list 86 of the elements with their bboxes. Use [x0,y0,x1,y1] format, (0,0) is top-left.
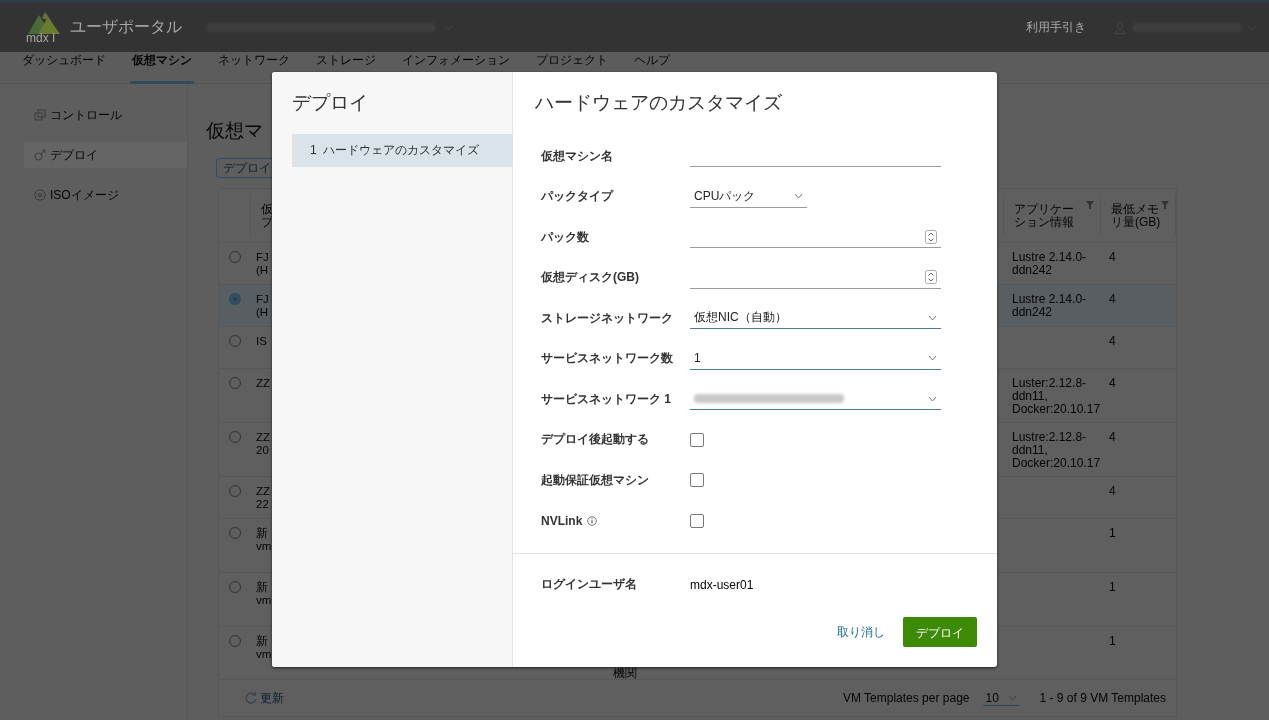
field-label: 起動保証仮想マシン [541,471,649,489]
sidebar-label: コントロール [50,106,122,124]
table-cell: 4 [1109,293,1116,306]
dialog-title: デプロイ [292,91,369,115]
cancel-button[interactable]: 取り消し [837,619,885,645]
nav-tab[interactable]: ヘルプ [632,52,672,84]
table-cell: Lustre 2.14.0- ddn242 [1012,251,1087,277]
nav-tab[interactable]: インフォメーション [400,52,512,84]
filter-icon[interactable] [1161,201,1169,209]
table-cell: 新 vm [256,527,272,553]
select-field[interactable]: CPUパック [690,185,807,208]
field-label: 仮想マシン名 [541,147,613,165]
table-cell: ZZ [256,377,271,390]
deploy-icon [34,149,46,161]
column-header[interactable]: 仮 プ [261,203,273,229]
table-cell: 機関 [613,667,637,680]
help-link[interactable]: 利用手引き [1026,19,1086,36]
table-cell: FJ (H [256,293,269,319]
table-cell: 4 [1109,485,1116,498]
wizard-step[interactable]: 1 ハードウェアのカスタマイズ [292,134,513,167]
chevron-down-icon [928,314,937,321]
table-cell: ZZ 22 [256,485,271,511]
table-cell: 1 [1109,581,1116,594]
select-field[interactable]: 仮想NIC（自動） [690,307,941,330]
nav-tab[interactable]: ダッシュボード [20,52,108,84]
sidebar-item[interactable]: コントロール [0,102,187,128]
nav-tab[interactable]: ネットワーク [216,52,292,84]
spinner-icon [925,270,937,285]
table-cell: IS [256,335,267,348]
field-label: サービスネットワーク 1 [541,390,671,408]
chevron-down-icon [928,355,937,362]
select-field[interactable]: 1 [690,347,941,370]
table-cell: Lustre:2.12.8- ddn11, Docker:20.10.17 [1012,431,1101,470]
filter-icon[interactable] [1086,201,1094,209]
app-title: ユーザポータル [70,17,182,37]
column-header[interactable]: 最低メモ リ量(GB) [1111,203,1161,229]
table-cell: Luster:2.12.8- ddn11, Docker:20.10.17 [1012,377,1101,416]
sidebar-item[interactable]: デプロイ [24,142,187,168]
checkbox[interactable] [690,473,704,488]
table-cell: FJ (H [256,251,269,277]
refresh-icon [245,692,257,704]
column-header[interactable]: アプリケー ション情報 [1014,203,1074,229]
spinner-icon [925,229,937,244]
checkbox[interactable] [690,513,704,528]
table-cell: 4 [1109,335,1116,348]
field-label: パックタイプ [541,188,613,206]
nav-tab[interactable]: プロジェクト [534,52,610,84]
table-cell: 新 vm [256,635,272,661]
table-cell: 4 [1109,431,1116,444]
deploy-button[interactable]: デプロイ [903,617,977,647]
nav-tab[interactable]: ストレージ [314,52,378,84]
sidebar-item[interactable]: ISOイメージ [0,182,187,208]
table-cell: Lustre 2.14.0- ddn242 [1012,293,1087,319]
chevron-down-icon [928,395,937,402]
sidebar-label: ISOイメージ [50,186,119,204]
field-label: ログインユーザ名 [541,576,637,593]
info-icon[interactable] [587,515,598,526]
table-cell: ZZ 20 [256,431,271,457]
field-label: 仮想ディスク(GB) [541,269,639,287]
caret-icon [1008,694,1018,701]
copy-icon [34,109,46,121]
field-label: デプロイ後起動する [541,431,649,449]
field-label: サービスネットワーク数 [541,350,673,368]
radio-button[interactable] [229,293,241,305]
field-label: パック数 [541,228,589,246]
checkbox[interactable] [690,432,704,447]
chevron-down-icon [794,193,803,200]
sidebar-label: デプロイ [50,146,98,164]
table-cell: 4 [1109,251,1116,264]
login-user-value: mdx-user01 [690,577,754,592]
per-page-label: VM Templates per page [842,691,970,705]
table-cell: 4 [1109,377,1116,390]
page-title: 仮想マ [206,119,264,143]
refresh-button[interactable]: 更新 [239,688,290,708]
table-cell: 1 [1109,635,1116,648]
mountain-logo-icon [26,11,62,34]
nav-tab[interactable]: 仮想マシン [130,52,194,84]
table-cell: 1 [1109,527,1116,540]
table-cell: 新 vm [256,581,272,607]
section-title: ハードウェアのカスタマイズ [535,91,783,115]
per-page-select[interactable]: 10 [983,690,1020,706]
field-label: ストレージネットワーク [541,309,673,327]
field-label: NVLink [541,513,583,528]
pagination-range: 1 - 9 of 9 VM Templates [1039,691,1166,705]
logo-text: mdx I [26,31,56,44]
disc-icon [34,189,46,201]
